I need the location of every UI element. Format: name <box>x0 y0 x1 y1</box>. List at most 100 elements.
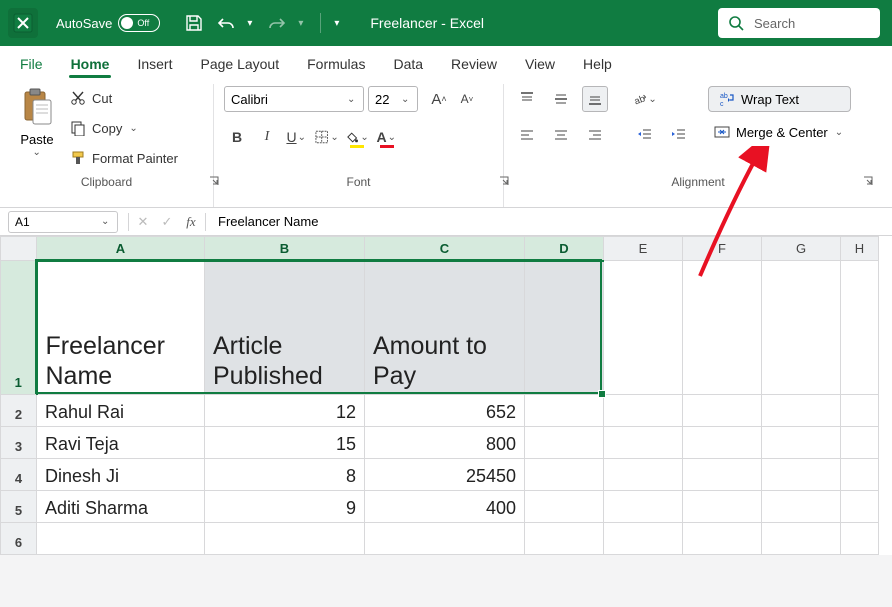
decrease-indent-icon[interactable] <box>632 122 658 148</box>
cell-B4[interactable]: 8 <box>205 459 365 491</box>
cell-G6[interactable] <box>762 523 841 555</box>
align-left-icon[interactable] <box>514 122 540 148</box>
search-box[interactable]: Search <box>718 8 880 38</box>
cell-E1[interactable] <box>604 261 683 395</box>
merge-center-button[interactable]: Merge & Center ⌄ <box>708 120 851 144</box>
cut-button[interactable]: Cut <box>70 86 178 110</box>
clipboard-launcher-icon[interactable] <box>208 175 220 187</box>
cell-F5[interactable] <box>683 491 762 523</box>
increase-indent-icon[interactable] <box>666 122 692 148</box>
cell-D4[interactable] <box>525 459 604 491</box>
cell-A1[interactable]: Freelancer Name <box>37 261 205 395</box>
font-launcher-icon[interactable] <box>498 175 510 187</box>
undo-icon[interactable] <box>214 11 238 35</box>
cell-C3[interactable]: 800 <box>365 427 525 459</box>
row-header-3[interactable]: 3 <box>1 427 37 459</box>
cell-E3[interactable] <box>604 427 683 459</box>
cell-G5[interactable] <box>762 491 841 523</box>
paste-icon[interactable] <box>17 86 57 130</box>
cell-A4[interactable]: Dinesh Ji <box>37 459 205 491</box>
font-color-button[interactable]: A⌄ <box>374 124 400 150</box>
cell-F3[interactable] <box>683 427 762 459</box>
cell-D6[interactable] <box>525 523 604 555</box>
tab-insert[interactable]: Insert <box>123 50 186 80</box>
align-bottom-icon[interactable] <box>582 86 608 112</box>
cell-C5[interactable]: 400 <box>365 491 525 523</box>
cell-A2[interactable]: Rahul Rai <box>37 395 205 427</box>
paste-dropdown[interactable]: ⌄ <box>33 147 43 158</box>
col-header-B[interactable]: B <box>205 237 365 261</box>
cell-A5[interactable]: Aditi Sharma <box>37 491 205 523</box>
cancel-formula-icon[interactable]: ✕ <box>131 211 155 233</box>
row-header-2[interactable]: 2 <box>1 395 37 427</box>
col-header-H[interactable]: H <box>841 237 879 261</box>
paste-label[interactable]: Paste <box>20 132 53 147</box>
align-right-icon[interactable] <box>582 122 608 148</box>
row-header-4[interactable]: 4 <box>1 459 37 491</box>
cell-H4[interactable] <box>841 459 879 491</box>
cell-B1[interactable]: Article Published <box>205 261 365 395</box>
cell-H1[interactable] <box>841 261 879 395</box>
cell-G3[interactable] <box>762 427 841 459</box>
fill-color-button[interactable]: ⌄ <box>344 124 370 150</box>
underline-button[interactable]: U⌄ <box>284 124 310 150</box>
row-header-5[interactable]: 5 <box>1 491 37 523</box>
cell-H3[interactable] <box>841 427 879 459</box>
enter-formula-icon[interactable]: ✓ <box>155 211 179 233</box>
cell-G2[interactable] <box>762 395 841 427</box>
cell-D5[interactable] <box>525 491 604 523</box>
cell-E2[interactable] <box>604 395 683 427</box>
cell-H6[interactable] <box>841 523 879 555</box>
increase-font-icon[interactable]: A˄ <box>426 86 452 112</box>
align-center-icon[interactable] <box>548 122 574 148</box>
redo-icon[interactable] <box>265 11 289 35</box>
cell-B2[interactable]: 12 <box>205 395 365 427</box>
cell-B6[interactable] <box>205 523 365 555</box>
tab-file[interactable]: File <box>6 50 57 80</box>
tab-help[interactable]: Help <box>569 50 626 80</box>
borders-button[interactable]: ⌄ <box>314 124 340 150</box>
cell-G4[interactable] <box>762 459 841 491</box>
cell-D1[interactable] <box>525 261 604 395</box>
tab-page-layout[interactable]: Page Layout <box>186 50 293 80</box>
col-header-G[interactable]: G <box>762 237 841 261</box>
cell-D2[interactable] <box>525 395 604 427</box>
row-header-1[interactable]: 1 <box>1 261 37 395</box>
cell-C1[interactable]: Amount to Pay <box>365 261 525 395</box>
cell-C6[interactable] <box>365 523 525 555</box>
autosave-toggle[interactable]: AutoSave Off <box>56 14 160 32</box>
name-box[interactable]: A1 ⌄ <box>8 211 118 233</box>
col-header-A[interactable]: A <box>37 237 205 261</box>
decrease-font-icon[interactable]: A˅ <box>454 86 480 112</box>
italic-button[interactable]: I <box>254 124 280 150</box>
tab-home[interactable]: Home <box>57 50 124 80</box>
cell-F2[interactable] <box>683 395 762 427</box>
cell-H5[interactable] <box>841 491 879 523</box>
cell-E4[interactable] <box>604 459 683 491</box>
wrap-text-button[interactable]: abc Wrap Text <box>708 86 851 112</box>
cell-F1[interactable] <box>683 261 762 395</box>
bold-button[interactable]: B <box>224 124 250 150</box>
fx-icon[interactable]: fx <box>179 211 203 233</box>
formula-input[interactable]: Freelancer Name <box>208 214 892 229</box>
toggle-switch[interactable]: Off <box>118 14 160 32</box>
row-header-6[interactable]: 6 <box>1 523 37 555</box>
copy-button[interactable]: Copy ⌄ <box>70 116 178 140</box>
font-size-dropdown[interactable]: 22 ⌄ <box>368 86 418 112</box>
cell-A6[interactable] <box>37 523 205 555</box>
tab-view[interactable]: View <box>511 50 569 80</box>
alignment-launcher-icon[interactable] <box>862 175 874 187</box>
cell-H2[interactable] <box>841 395 879 427</box>
tab-data[interactable]: Data <box>379 50 437 80</box>
col-header-E[interactable]: E <box>604 237 683 261</box>
align-top-icon[interactable] <box>514 86 540 112</box>
select-all-corner[interactable] <box>1 237 37 261</box>
orientation-button[interactable]: ab⌄ <box>632 86 658 112</box>
cell-F6[interactable] <box>683 523 762 555</box>
cell-E5[interactable] <box>604 491 683 523</box>
tab-review[interactable]: Review <box>437 50 511 80</box>
cell-C2[interactable]: 652 <box>365 395 525 427</box>
cell-B5[interactable]: 9 <box>205 491 365 523</box>
align-middle-icon[interactable] <box>548 86 574 112</box>
spreadsheet-grid[interactable]: ABCDEFGH1Freelancer NameArticle Publishe… <box>0 236 892 555</box>
